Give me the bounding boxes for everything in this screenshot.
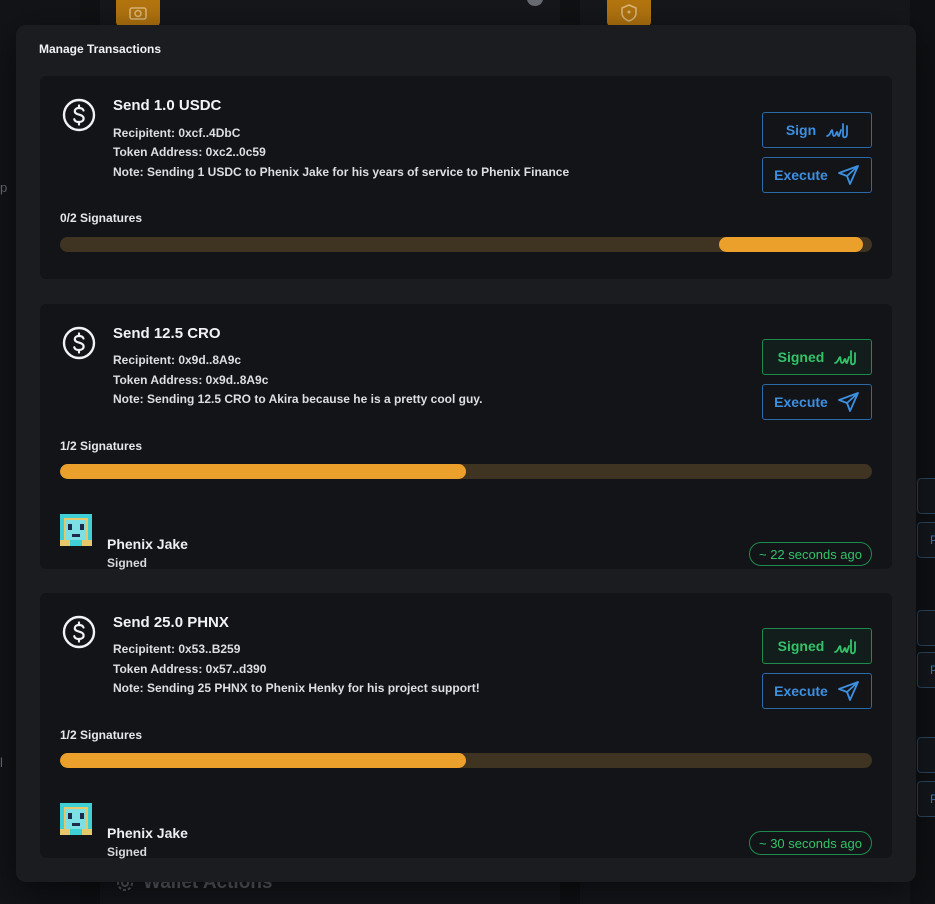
signed-button[interactable]: Signed [762,628,872,664]
signed-button-label: Signed [777,638,825,654]
signer-status: Signed [107,556,148,570]
background-side-tab [917,610,935,646]
signed-time-badge: ~ 30 seconds ago [749,831,872,855]
note-text: Note: Sending 12.5 CRO to Akira because … [113,392,483,406]
execute-button[interactable]: Execute [762,384,872,420]
signer-name: Phenix Jake [107,825,188,841]
transaction-title: Send 25.0 PHNX [113,614,229,631]
execute-button-label: Execute [774,683,828,699]
camera-badge-icon [116,0,160,26]
signer-avatar [60,803,92,835]
token-address-text: Token Address: 0x9d..8A9c [113,373,269,387]
token-address-text: Token Address: 0x57..d390 [113,662,267,676]
background-text-fragment: p [0,180,8,195]
transaction-title: Send 1.0 USDC [113,97,222,114]
execute-button[interactable]: Execute [762,673,872,709]
signature-count: 1/2 Signatures [60,439,143,453]
signature-icon [834,350,857,366]
transaction-card: Send 12.5 CRO Recipitent: 0x9d..8A9c Tok… [40,304,892,570]
signature-progress-bar [60,464,872,479]
execute-button-label: Execute [774,167,828,183]
signature-icon [826,123,849,139]
transaction-card: Send 25.0 PHNX Recipitent: 0x53..B259 To… [40,593,892,859]
dollar-coin-icon [62,326,96,360]
background-text-fragment: l [0,755,3,770]
send-icon [837,681,859,701]
transaction-title: Send 12.5 CRO [113,325,221,342]
execute-button-label: Execute [774,394,828,410]
signed-button-label: Signed [777,349,825,365]
signature-icon [834,639,857,655]
signed-button[interactable]: Signed [762,339,872,375]
background-side-tab: P [917,781,935,817]
signature-progress-bar [60,753,872,768]
signer-status: Signed [107,845,148,859]
signer-name: Phenix Jake [107,536,188,552]
background-side-tab: P [917,522,935,558]
signed-time-badge: ~ 22 seconds ago [749,542,872,566]
sign-button[interactable]: Sign [762,112,872,148]
recipient-text: Recipitent: 0xcf..4DbC [113,126,241,140]
execute-button[interactable]: Execute [762,157,872,193]
send-icon [837,165,859,185]
background-side-tab: P [917,652,935,688]
recipient-text: Recipitent: 0x9d..8A9c [113,353,242,367]
transaction-card: Send 1.0 USDC Recipitent: 0xcf..4DbC Tok… [40,76,892,279]
background-side-tab [917,478,935,514]
note-text: Note: Sending 25 PHNX to Phenix Henky fo… [113,681,480,695]
token-address-text: Token Address: 0xc2..0c59 [113,145,266,159]
progress-fill [60,464,466,479]
recipient-text: Recipitent: 0x53..B259 [113,642,241,656]
note-text: Note: Sending 1 USDC to Phenix Jake for … [113,165,570,179]
progress-fill [719,237,863,252]
signature-count: 0/2 Signatures [60,211,143,225]
manage-transactions-modal: Manage Transactions Send 1.0 USDC Recipi… [16,25,916,882]
signature-count: 1/2 Signatures [60,728,143,742]
modal-title: Manage Transactions [39,42,162,56]
progress-fill [60,753,466,768]
send-icon [837,392,859,412]
dollar-coin-icon [62,615,96,649]
signature-progress-bar [60,237,872,252]
dollar-coin-icon [62,98,96,132]
sign-button-label: Sign [785,122,817,138]
signer-avatar [60,514,92,546]
background-side-tab [917,737,935,773]
shield-badge-icon [607,0,651,26]
